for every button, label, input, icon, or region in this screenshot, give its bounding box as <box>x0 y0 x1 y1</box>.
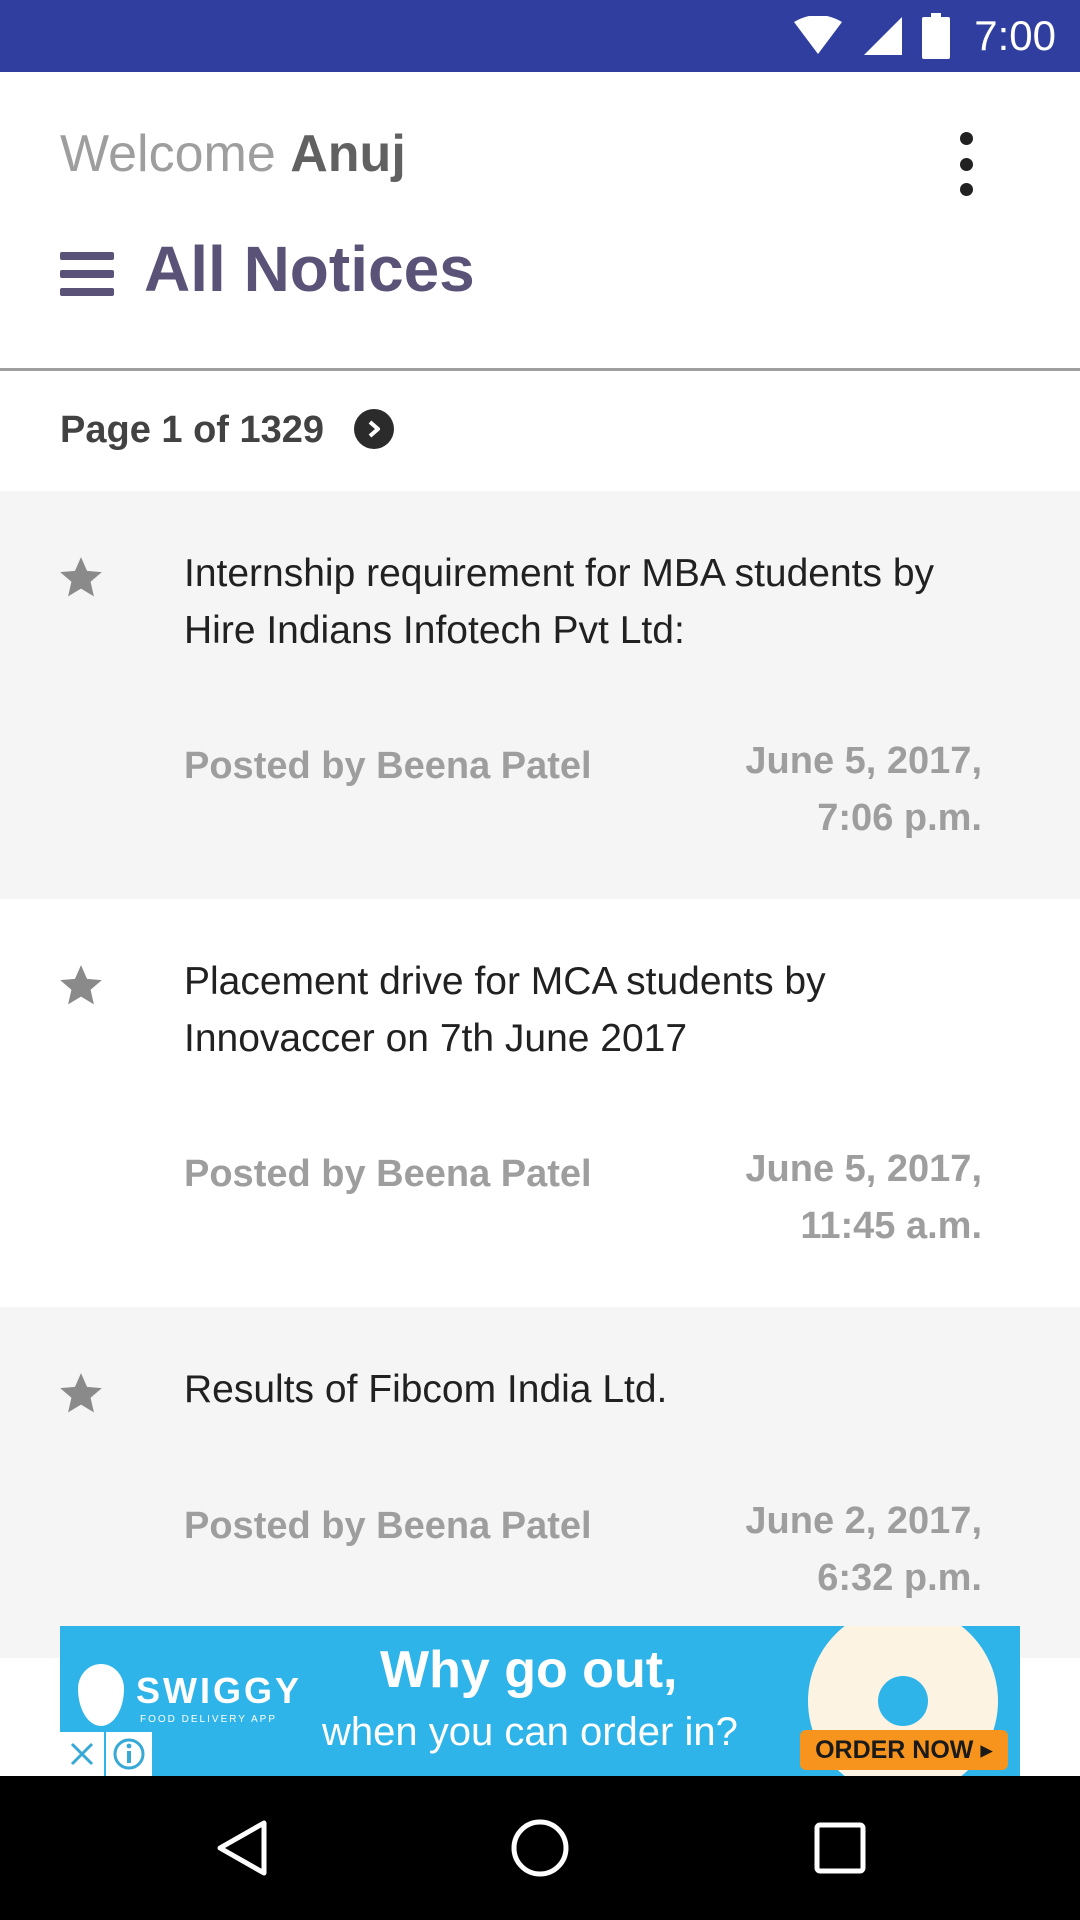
notice-author: Posted by Beena Patel <box>184 1505 592 1547</box>
ad-close-icon[interactable] <box>60 1732 104 1776</box>
ad-brand-sub: FOOD DELIVERY APP <box>140 1714 278 1725</box>
notice-date-time: 6:32 p.m. <box>817 1557 982 1599</box>
notice-item[interactable]: Internship requirement for MBA students … <box>0 491 1080 899</box>
recents-icon[interactable] <box>808 1816 872 1880</box>
welcome-prefix: Welcome <box>60 125 276 183</box>
ad-banner[interactable]: SWIGGY FOOD DELIVERY APP Why go out, whe… <box>60 1626 1020 1776</box>
page-indicator: Page 1 of 1329 <box>60 409 325 451</box>
wifi-icon <box>794 16 843 54</box>
notice-date-time: 11:45 a.m. <box>800 1205 982 1247</box>
ad-brand: SWIGGY <box>136 1670 303 1711</box>
welcome-text: Welcome Anuj <box>60 124 406 184</box>
ad-subline: when you can order in? <box>322 1710 738 1754</box>
signal-icon <box>864 17 903 55</box>
ad-info-icon[interactable] <box>106 1732 152 1776</box>
notice-date: June 5, 2017, 7:06 p.m. <box>745 733 982 847</box>
notice-author: Posted by Beena Patel <box>184 1153 592 1195</box>
status-time: 7:00 <box>974 12 1056 59</box>
notice-item[interactable]: Results of Fibcom India Ltd. Posted by B… <box>0 1307 1080 1658</box>
app-header: Welcome Anuj All Notices <box>0 72 1080 368</box>
notice-author: Posted by Beena Patel <box>184 745 592 787</box>
notice-title[interactable]: Internship requirement for MBA students … <box>184 545 1004 659</box>
hamburger-menu-icon[interactable] <box>60 252 114 296</box>
star-icon[interactable] <box>56 961 106 1011</box>
star-icon[interactable] <box>56 1369 106 1419</box>
page-title: All Notices <box>144 233 475 305</box>
battery-icon <box>922 13 951 59</box>
notice-date: June 5, 2017, 11:45 a.m. <box>745 1141 982 1255</box>
order-now-button[interactable]: ORDER NOW ▸ <box>800 1730 1008 1770</box>
user-name: Anuj <box>290 125 406 183</box>
ad-headline: Why go out, <box>380 1641 678 1699</box>
next-page-icon[interactable] <box>354 409 394 449</box>
notice-date: June 2, 2017, 6:32 p.m. <box>745 1493 982 1607</box>
pagination: Page 1 of 1329 <box>0 371 1080 491</box>
star-icon[interactable] <box>56 553 106 603</box>
notice-date-day: June 5, 2017, <box>745 1148 982 1190</box>
swiggy-logo-icon <box>78 1664 124 1726</box>
overflow-menu-icon[interactable] <box>942 132 990 196</box>
notice-item[interactable]: Placement drive for MCA students by Inno… <box>0 899 1080 1307</box>
status-icons: 7:00 <box>792 0 1056 72</box>
back-icon[interactable] <box>210 1816 274 1880</box>
notice-date-day: June 2, 2017, <box>745 1500 982 1542</box>
notice-title[interactable]: Placement drive for MCA students by Inno… <box>184 953 1004 1067</box>
notice-title[interactable]: Results of Fibcom India Ltd. <box>184 1361 1004 1418</box>
notice-date-day: June 5, 2017, <box>745 740 982 782</box>
system-nav-bar <box>0 1776 1080 1920</box>
home-icon[interactable] <box>508 1816 572 1880</box>
status-bar: 7:00 <box>0 0 1080 72</box>
notice-date-time: 7:06 p.m. <box>817 797 982 839</box>
